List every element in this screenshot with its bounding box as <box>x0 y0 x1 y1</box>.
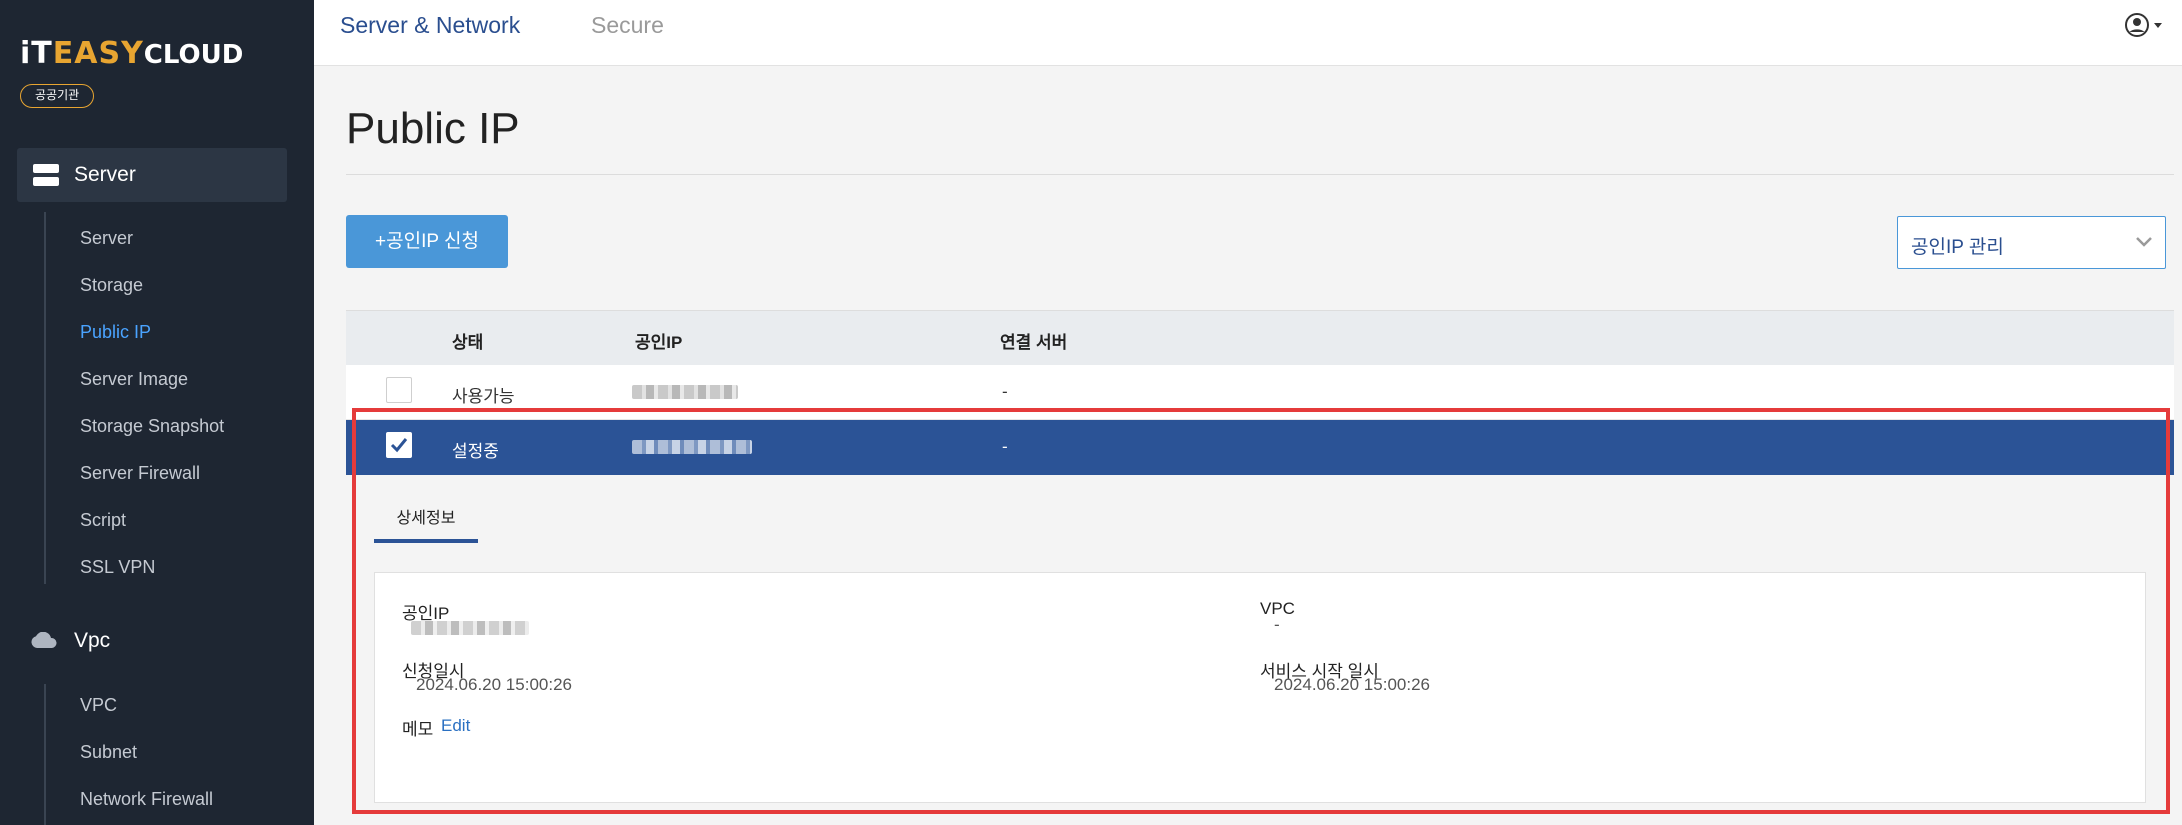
sidebar-group-label: Server <box>74 163 136 186</box>
row-status: 사용가능 <box>452 387 515 406</box>
logo-part-cloud: CLOUD <box>143 40 244 70</box>
page-title: Public IP <box>346 104 520 153</box>
tab-secure[interactable]: Secure <box>591 12 664 39</box>
sidebar-item-storage[interactable]: Storage <box>80 275 143 296</box>
column-header-public-ip: 공인IP <box>635 333 683 352</box>
user-circle-icon[interactable] <box>2124 12 2164 38</box>
table-header: 상태 공인IP 연결 서버 <box>346 310 2174 365</box>
sidebar-item-network-firewall[interactable]: Network Firewall <box>80 789 213 810</box>
sidebar-item-ssl-vpn[interactable]: SSL VPN <box>80 557 155 578</box>
apply-public-ip-button[interactable]: +공인IP 신청 <box>346 215 508 268</box>
sidebar-item-server[interactable]: Server <box>80 228 133 249</box>
tab-server-network[interactable]: Server & Network <box>340 12 520 39</box>
sidebar-item-storage-snapshot[interactable]: Storage Snapshot <box>80 416 224 437</box>
cloud-icon <box>31 632 57 648</box>
divider <box>346 174 2174 175</box>
row-server: - <box>1002 382 1008 401</box>
logo[interactable]: iTEASYCLOUD <box>20 36 243 71</box>
sidebar-group-label: Vpc <box>74 629 111 652</box>
sidebar-subnav-line <box>44 212 46 584</box>
column-header-status: 상태 <box>452 333 484 352</box>
sidebar-subnav-line <box>44 684 46 825</box>
sidebar-item-script[interactable]: Script <box>80 510 126 531</box>
logo-part-it: iT <box>20 36 53 71</box>
row-checkbox[interactable] <box>386 377 412 403</box>
org-badge: 공공기관 <box>20 84 95 108</box>
select-value: 공인IP 관리 <box>1911 237 2004 258</box>
sidebar: iTEASYCLOUD 공공기관 Server Server Storage P… <box>0 0 314 825</box>
sidebar-item-server-firewall[interactable]: Server Firewall <box>80 463 200 484</box>
sidebar-item-public-ip[interactable]: Public IP <box>80 322 151 343</box>
top-bar: Server & Network Secure <box>314 0 2182 66</box>
sidebar-item-subnet[interactable]: Subnet <box>80 742 137 763</box>
logo-part-easy: EASY <box>52 36 144 71</box>
server-icon <box>33 164 59 186</box>
highlight-box <box>352 408 2170 814</box>
redacted-ip <box>632 385 738 399</box>
sidebar-group-server[interactable]: Server <box>17 148 287 202</box>
sidebar-item-server-image[interactable]: Server Image <box>80 369 188 390</box>
column-header-connected-server: 연결 서버 <box>1000 333 1068 352</box>
chevron-down-icon <box>2136 237 2152 247</box>
public-ip-manage-select[interactable]: 공인IP 관리 <box>1897 216 2166 269</box>
sidebar-item-vpc[interactable]: VPC <box>80 695 117 716</box>
